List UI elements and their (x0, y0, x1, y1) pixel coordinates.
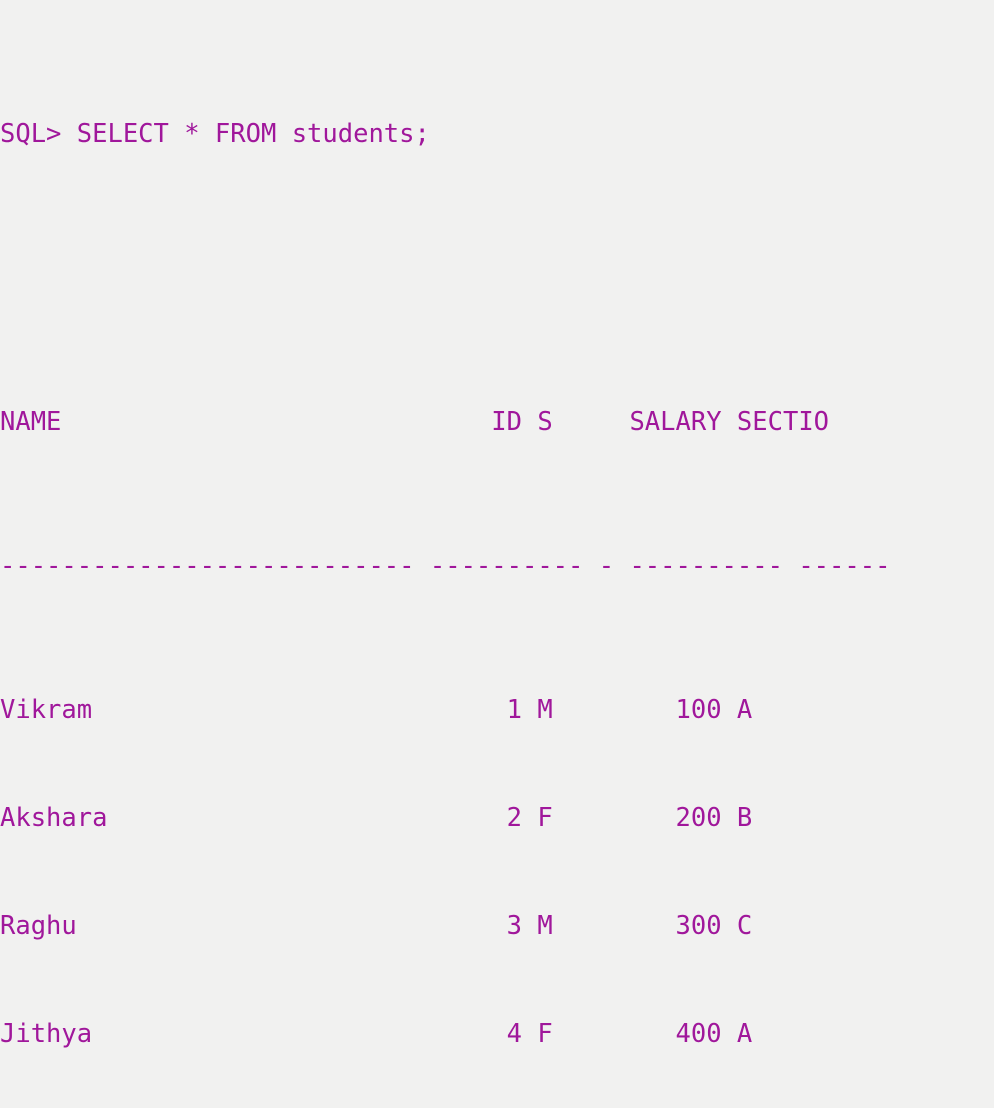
blank-line-1 (0, 260, 994, 296)
table-row: Raghu 3 M 300 C (0, 911, 753, 941)
table-row: Akshara 2 F 200 B (0, 803, 753, 833)
table-row: Jithya 4 F 400 A (0, 1019, 753, 1049)
table-header-row: NAME ID S SALARY SECTIO (0, 407, 830, 437)
terminal-output[interactable]: SQL> SELECT * FROM students; NAME ID S S… (0, 8, 994, 1108)
table-separator-row: --------------------------- ---------- -… (0, 551, 891, 581)
sql-terminal-window[interactable]: SQL> SELECT * FROM students; NAME ID S S… (0, 0, 994, 1049)
table-row: Vikram 1 M 100 A (0, 695, 753, 725)
prompt-line: SQL> SELECT * FROM students; (0, 119, 430, 149)
